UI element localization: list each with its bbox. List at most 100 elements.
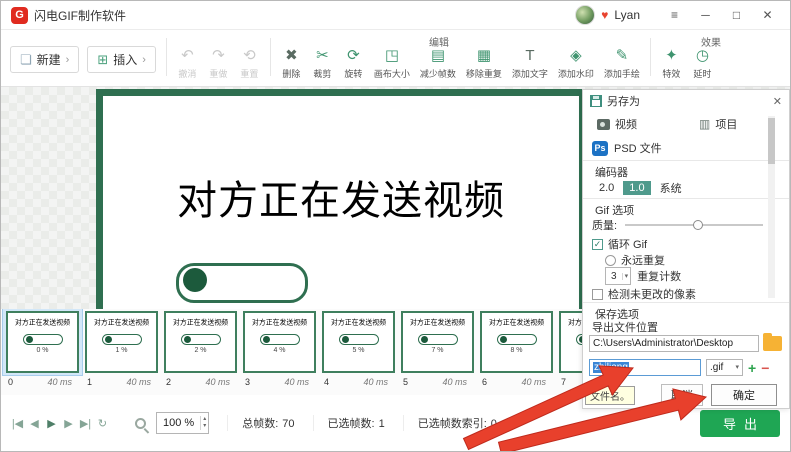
- frame-thumbnail[interactable]: 对方正在发送视频 8 %: [480, 311, 553, 373]
- tool-redo[interactable]: ↷ 重做: [203, 47, 234, 80]
- frame-thumbnail[interactable]: 对方正在发送视频 0 %: [6, 311, 79, 373]
- first-frame-button[interactable]: |◀: [9, 417, 26, 430]
- add-extension-button[interactable]: +: [748, 360, 756, 376]
- encoder-option-1-0-selected[interactable]: 1.0: [623, 181, 650, 195]
- extension-select[interactable]: .gif ▾: [706, 359, 743, 376]
- tool-delete[interactable]: ✖ 删除: [276, 47, 307, 80]
- tool-canvas-size[interactable]: ◳ 画布大小: [369, 47, 415, 80]
- frame-caption: 对方正在发送视频: [329, 318, 388, 327]
- last-frame-button[interactable]: ▶|: [77, 417, 94, 430]
- tool-reset[interactable]: ⟲ 重置: [234, 47, 265, 80]
- format-project-option[interactable]: 项目: [715, 116, 737, 132]
- toolbar: 编辑 效果 ❏ 新建 › ⊞ 插入 › ↶ 撤消 ↷ 重做 ⟲ 重置 ✖ 删除: [1, 30, 790, 87]
- frame-thumbnail[interactable]: 对方正在发送视频 2 %: [164, 311, 237, 373]
- frame-progress-pill: [102, 334, 142, 345]
- frame-duration[interactable]: 40 ms: [442, 377, 467, 387]
- frame-duration[interactable]: 40 ms: [284, 377, 309, 387]
- close-icon[interactable]: ✕: [755, 1, 780, 29]
- repeat-count-spinner[interactable]: 3 ▾: [605, 267, 631, 285]
- new-doc-icon: ❏: [20, 52, 32, 68]
- repeat-forever-radio[interactable]: [605, 255, 616, 266]
- cancel-button[interactable]: 取消: [661, 384, 703, 406]
- tool-remove-duplicates[interactable]: ▦ 移除重复: [461, 47, 507, 80]
- spinner-dropdown-icon[interactable]: ▾: [622, 273, 631, 280]
- frame-cell-6[interactable]: 对方正在发送视频 8 % 640 ms: [477, 309, 556, 397]
- tool-add-text[interactable]: T 添加文字: [507, 47, 553, 80]
- encoder-option-system[interactable]: 系统: [660, 180, 682, 196]
- frame-cell-3[interactable]: 对方正在发送视频 4 % 340 ms: [240, 309, 319, 397]
- delete-icon: ✖: [285, 47, 298, 65]
- new-button[interactable]: ❏ 新建 ›: [10, 46, 79, 73]
- panel-scrollbar[interactable]: [768, 116, 775, 298]
- encoder-option-2-0[interactable]: 2.0: [599, 182, 614, 194]
- insert-button[interactable]: ⊞ 插入 ›: [87, 46, 156, 73]
- tool-undo[interactable]: ↶ 撤消: [172, 47, 203, 80]
- slider-handle[interactable]: [693, 220, 703, 230]
- frame-duration[interactable]: 40 ms: [521, 377, 546, 387]
- quality-slider[interactable]: [625, 219, 763, 231]
- frame-duration[interactable]: 40 ms: [47, 377, 72, 387]
- ok-button[interactable]: 确定: [711, 384, 777, 406]
- tool-label: 移除重复: [466, 67, 502, 80]
- undo-icon: ↶: [181, 47, 194, 65]
- browse-folder-icon[interactable]: [763, 336, 782, 351]
- frame-cell-1[interactable]: 对方正在发送视频 1 % 140 ms: [82, 309, 161, 397]
- scrollbar-thumb[interactable]: [768, 118, 775, 164]
- frame-duration[interactable]: 40 ms: [205, 377, 230, 387]
- tool-add-watermark[interactable]: ◈ 添加水印: [553, 47, 599, 80]
- selected-frames-stat: 已选帧数:1: [313, 415, 385, 431]
- tool-reduce-frames[interactable]: ▤ 减少帧数: [415, 47, 461, 80]
- export-path-input[interactable]: C:\Users\Administrator\Desktop: [589, 335, 759, 352]
- tool-label: 添加手绘: [604, 67, 640, 80]
- frame-caption: 对方正在发送视频: [408, 318, 467, 327]
- filename-selected-text[interactable]: zhiliang: [593, 362, 629, 373]
- prev-frame-button[interactable]: ◀: [26, 417, 43, 430]
- format-video-option[interactable]: 视频: [615, 116, 637, 132]
- export-button[interactable]: 导出: [700, 410, 780, 437]
- tool-crop[interactable]: ✂ 裁剪: [307, 47, 338, 80]
- frame-thumbnail[interactable]: 对方正在发送视频 4 %: [243, 311, 316, 373]
- frame-cell-2[interactable]: 对方正在发送视频 2 % 240 ms: [161, 309, 240, 397]
- username[interactable]: Lyan: [614, 8, 640, 22]
- frame-index: 0: [8, 377, 13, 387]
- add-drawing-icon: ✎: [616, 47, 629, 65]
- panel-close-icon[interactable]: ✕: [773, 95, 782, 108]
- user-avatar[interactable]: [575, 5, 595, 25]
- save-as-title: 另存为: [607, 93, 640, 109]
- frame-thumbnail[interactable]: 对方正在发送视频 7 %: [401, 311, 474, 373]
- play-button[interactable]: ▶: [43, 417, 60, 430]
- zoom-value[interactable]: 100 %: [157, 417, 200, 429]
- filename-input[interactable]: zhiliang: [589, 359, 701, 376]
- save-as-panel: 另存为 ✕ 视频 ▥ 项目 Ps PSD 文件 编码器 2.0 1.0 系统 G…: [582, 89, 790, 409]
- titlebar: G 闪电GIF制作软件 ♥ Lyan ≡ ─ □ ✕: [1, 1, 790, 30]
- tool-label: 添加文字: [512, 67, 548, 80]
- frame-cell-5[interactable]: 对方正在发送视频 7 % 540 ms: [398, 309, 477, 397]
- format-psd-option[interactable]: PSD 文件: [614, 140, 662, 156]
- tool-add-drawing[interactable]: ✎ 添加手绘: [599, 47, 645, 80]
- remove-extension-button[interactable]: −: [761, 360, 769, 376]
- frame-percent: 1 %: [87, 347, 156, 354]
- loop-playback-button[interactable]: ↻: [94, 417, 111, 430]
- loop-gif-checkbox[interactable]: ✓: [592, 239, 603, 250]
- total-frames-stat: 总帧数:70: [227, 415, 294, 431]
- tool-delay[interactable]: ◷ 延时: [687, 47, 718, 80]
- minimize-icon[interactable]: ─: [693, 1, 718, 29]
- frame-cell-0[interactable]: 对方正在发送视频 0 % 0 40 ms: [3, 309, 82, 397]
- detect-pixels-checkbox[interactable]: [592, 289, 603, 300]
- menu-icon[interactable]: ≡: [662, 1, 687, 29]
- maximize-icon[interactable]: □: [724, 1, 749, 29]
- preview-canvas[interactable]: 对方正在发送视频: [96, 89, 586, 309]
- zoom-spinner[interactable]: ▴▾: [200, 416, 208, 430]
- frame-duration[interactable]: 40 ms: [126, 377, 151, 387]
- toolbar-separator: [650, 38, 651, 76]
- tool-rotate[interactable]: ⟳ 旋转: [338, 47, 369, 80]
- zoom-input[interactable]: 100 % ▴▾: [156, 412, 209, 434]
- frame-thumbnail[interactable]: 对方正在发送视频 1 %: [85, 311, 158, 373]
- tool-effects[interactable]: ✦ 特效: [656, 47, 687, 80]
- frame-progress-pill: [181, 334, 221, 345]
- next-frame-button[interactable]: ▶: [60, 417, 77, 430]
- frame-thumbnail[interactable]: 对方正在发送视频 5 %: [322, 311, 395, 373]
- frame-duration[interactable]: 40 ms: [363, 377, 388, 387]
- repeat-count-value[interactable]: 3: [606, 271, 622, 282]
- frame-cell-4[interactable]: 对方正在发送视频 5 % 440 ms: [319, 309, 398, 397]
